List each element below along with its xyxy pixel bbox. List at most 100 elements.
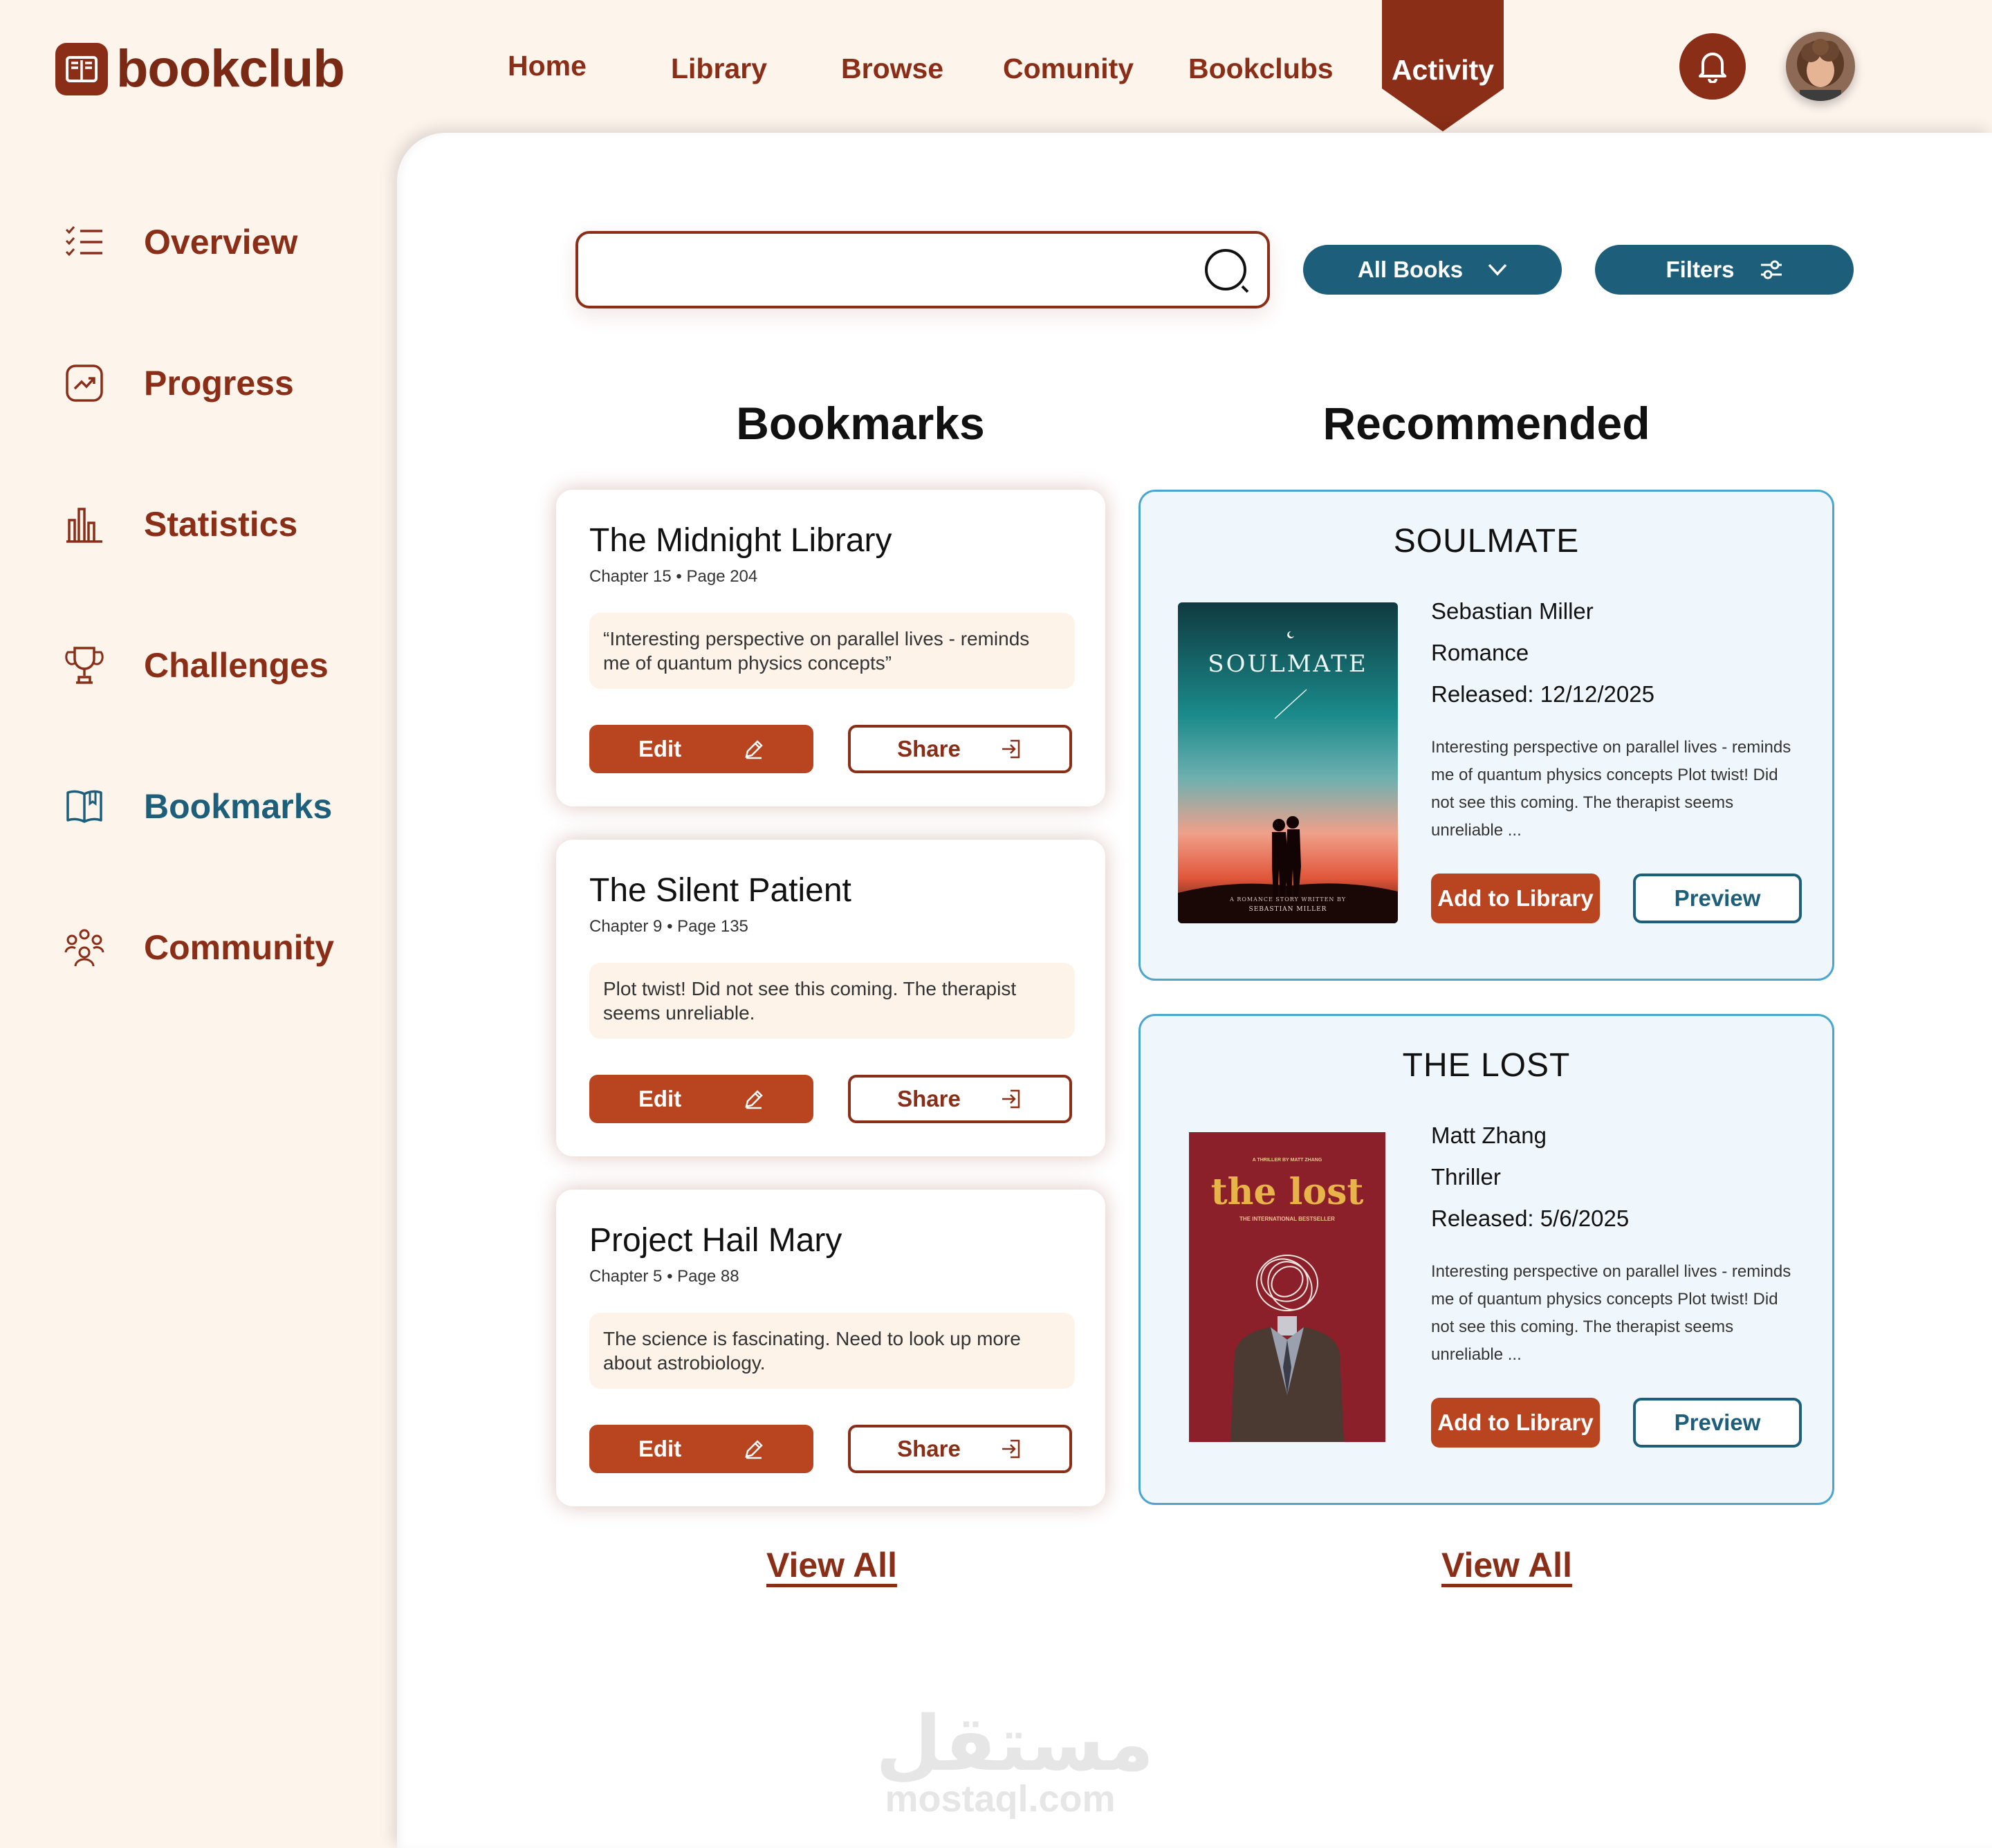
edit-label: Edit bbox=[638, 736, 682, 761]
edit-label: Edit bbox=[638, 1086, 682, 1111]
sidebar-item-overview[interactable]: Overview bbox=[64, 221, 297, 263]
share-button[interactable]: Share bbox=[848, 1425, 1072, 1473]
bookmark-note: Plot twist! Did not see this coming. The… bbox=[589, 963, 1075, 1039]
sidebar-item-bookmarks[interactable]: Bookmarks bbox=[64, 786, 332, 827]
sidebar-item-challenges[interactable]: Challenges bbox=[64, 645, 329, 686]
bar-chart-icon bbox=[64, 503, 105, 545]
recommended-card: SOULMATE SOULMATE A ROMANCE STORY WRITTE… bbox=[1138, 490, 1834, 981]
bookmark-meta: Chapter 5 • Page 88 bbox=[589, 1267, 739, 1286]
sidebar-item-label: Overview bbox=[144, 223, 298, 261]
search-box[interactable] bbox=[575, 231, 1270, 308]
watermark-latin: mostaql.com bbox=[885, 1778, 1116, 1820]
recommended-heading: Recommended bbox=[1322, 398, 1650, 449]
book-cover-soulmate[interactable]: SOULMATE A ROMANCE STORY WRITTEN BY SEBA… bbox=[1178, 602, 1398, 923]
book-author: Sebastian Miller bbox=[1431, 598, 1594, 624]
nav-activity-tab[interactable]: Activity bbox=[1382, 0, 1504, 131]
app-logo[interactable]: bookclub bbox=[55, 39, 345, 99]
book-release-date: Released: 5/6/2025 bbox=[1431, 1205, 1630, 1231]
bookmark-card: The Midnight Library Chapter 15 • Page 2… bbox=[556, 490, 1105, 806]
search-icon[interactable] bbox=[1204, 248, 1252, 296]
bookmark-note: “Interesting perspective on parallel liv… bbox=[589, 613, 1075, 689]
cover-author: SEBASTIAN MILLER bbox=[1249, 906, 1327, 913]
bookmark-title: Project Hail Mary bbox=[589, 1222, 842, 1259]
edit-button[interactable]: Edit bbox=[589, 725, 813, 773]
book-description: Interesting perspective on parallel live… bbox=[1431, 1262, 1791, 1364]
nav-comunity[interactable]: Comunity bbox=[1003, 53, 1134, 85]
user-avatar[interactable] bbox=[1786, 32, 1855, 101]
edit-button[interactable]: Edit bbox=[589, 1075, 813, 1123]
share-enter-icon bbox=[1002, 739, 1020, 759]
bookmark-meta: Chapter 9 • Page 135 bbox=[589, 917, 748, 936]
bookmark-card: The Silent Patient Chapter 9 • Page 135 … bbox=[556, 840, 1105, 1156]
book-description: Interesting perspective on parallel live… bbox=[1431, 738, 1791, 840]
sidebar-item-label: Bookmarks bbox=[144, 787, 333, 826]
recommended-title: SOULMATE bbox=[1393, 523, 1580, 560]
recommended-title: THE LOST bbox=[1402, 1047, 1571, 1084]
share-label: Share bbox=[897, 736, 961, 761]
bookmark-note: The science is fascinating. Need to look… bbox=[589, 1313, 1075, 1389]
nav-browse[interactable]: Browse bbox=[841, 53, 943, 85]
pencil-icon bbox=[745, 1090, 763, 1109]
bookmark-title: The Silent Patient bbox=[589, 872, 851, 909]
share-label: Share bbox=[897, 1436, 961, 1461]
notifications-button[interactable] bbox=[1679, 33, 1746, 100]
sidebar-item-label: Progress bbox=[144, 364, 294, 403]
book-genre: Thriller bbox=[1431, 1164, 1501, 1190]
pencil-icon bbox=[745, 740, 763, 759]
sidebar-item-label: Community bbox=[144, 928, 334, 967]
open-book-icon bbox=[64, 786, 105, 827]
share-enter-icon bbox=[1002, 1439, 1020, 1459]
watermark: مستقل mostaql.com bbox=[876, 1699, 1154, 1820]
sidebar-item-progress[interactable]: Progress bbox=[64, 362, 294, 404]
open-book-logo-icon bbox=[55, 42, 108, 95]
preview-button[interactable]: Preview bbox=[1633, 1398, 1802, 1448]
book-author: Matt Zhang bbox=[1431, 1122, 1547, 1148]
recommended-card: THE LOST A THRILLER BY MATT ZHANG the lo… bbox=[1138, 1014, 1834, 1505]
list-check-icon bbox=[64, 221, 105, 263]
book-cover-the-lost[interactable]: A THRILLER BY MATT ZHANG the lost THE IN… bbox=[1189, 1132, 1385, 1442]
bookmarks-heading: Bookmarks bbox=[736, 398, 985, 449]
bell-icon bbox=[1699, 53, 1726, 83]
bookmarks-view-all-link[interactable]: View All bbox=[766, 1545, 897, 1585]
people-icon bbox=[64, 927, 105, 968]
filters-label: Filters bbox=[1666, 257, 1735, 282]
nav-library[interactable]: Library bbox=[671, 53, 767, 85]
all-books-dropdown[interactable]: All Books bbox=[1303, 245, 1562, 295]
watermark-arabic: مستقل bbox=[876, 1699, 1154, 1788]
all-books-label: All Books bbox=[1357, 257, 1464, 282]
recommended-view-all-link[interactable]: View All bbox=[1441, 1545, 1572, 1585]
edit-button[interactable]: Edit bbox=[589, 1425, 813, 1473]
share-button[interactable]: Share bbox=[848, 725, 1072, 773]
pencil-icon bbox=[745, 1440, 763, 1459]
add-to-library-button[interactable]: Add to Library bbox=[1431, 1398, 1600, 1448]
cover-title: the lost bbox=[1211, 1171, 1364, 1213]
bookmark-title: The Midnight Library bbox=[589, 522, 892, 559]
trend-chart-icon bbox=[64, 362, 105, 404]
chevron-down-icon bbox=[1488, 264, 1507, 276]
sidebar-item-label: Challenges bbox=[144, 646, 329, 685]
preview-button[interactable]: Preview bbox=[1633, 874, 1802, 923]
filters-button[interactable]: Filters bbox=[1595, 245, 1854, 295]
book-genre: Romance bbox=[1431, 640, 1529, 665]
cover-tagline: THE INTERNATIONAL BESTSELLER bbox=[1239, 1216, 1335, 1222]
sidebar-item-community[interactable]: Community bbox=[64, 927, 334, 968]
add-to-library-button[interactable]: Add to Library bbox=[1431, 874, 1600, 923]
nav-activity-label: Activity bbox=[1391, 54, 1495, 86]
share-enter-icon bbox=[1002, 1089, 1020, 1109]
cover-subtitle: A ROMANCE STORY WRITTEN BY bbox=[1229, 896, 1346, 903]
search-input[interactable] bbox=[595, 245, 1204, 295]
nav-home[interactable]: Home bbox=[508, 50, 587, 82]
bookmark-card: Project Hail Mary Chapter 5 • Page 88 Th… bbox=[556, 1190, 1105, 1506]
trophy-icon bbox=[64, 645, 105, 686]
cover-title: SOULMATE bbox=[1208, 650, 1367, 678]
sliders-icon bbox=[1760, 260, 1782, 279]
cover-kicker: A THRILLER BY MATT ZHANG bbox=[1253, 1158, 1322, 1163]
share-button[interactable]: Share bbox=[848, 1075, 1072, 1123]
nav-bookclubs[interactable]: Bookclubs bbox=[1188, 53, 1334, 85]
app-name: bookclub bbox=[116, 39, 345, 98]
book-release-date: Released: 12/12/2025 bbox=[1431, 681, 1654, 707]
sidebar-item-statistics[interactable]: Statistics bbox=[64, 503, 297, 545]
share-label: Share bbox=[897, 1086, 961, 1111]
sidebar-item-label: Statistics bbox=[144, 505, 298, 544]
bookmark-meta: Chapter 15 • Page 204 bbox=[589, 567, 758, 586]
